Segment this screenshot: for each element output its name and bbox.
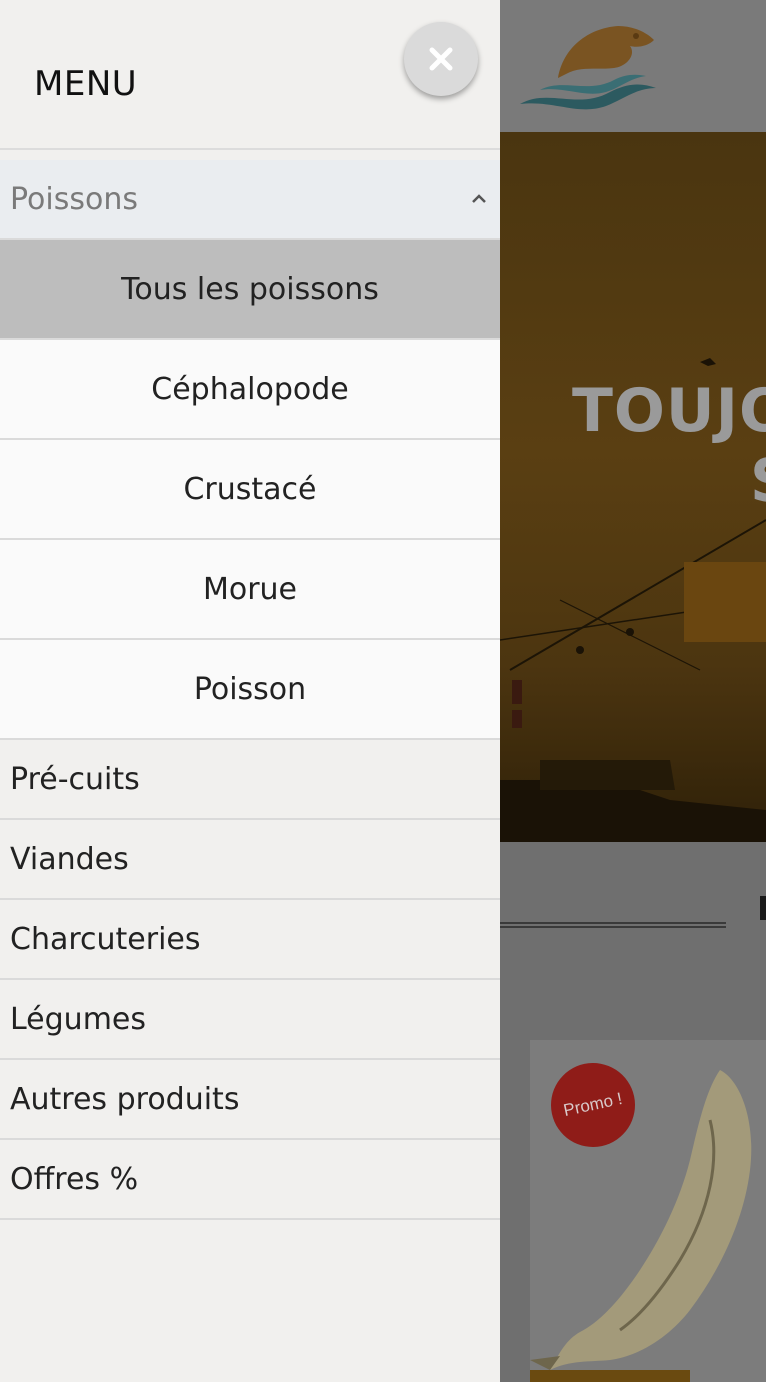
fish-logo [520,26,656,110]
category-pre-cuits[interactable]: Pré-cuits [0,740,500,820]
menu-list: Poissons Tous les poissons Céphalopode C… [0,160,500,1220]
close-menu-button[interactable] [404,22,478,96]
product-add-button[interactable] [530,1370,690,1382]
section-heading-fragment [760,896,766,920]
category-autres-produits[interactable]: Autres produits [0,1060,500,1140]
category-legumes[interactable]: Légumes [0,980,500,1060]
hero-cta-button[interactable] [684,562,766,642]
menu-title: MENU [34,64,138,104]
category-charcuteries[interactable]: Charcuteries [0,900,500,980]
drawer-header: MENU [0,0,500,150]
subcategory-morue[interactable]: Morue [0,540,500,640]
category-poissons[interactable]: Poissons [0,160,500,240]
hero-title-line2: S [750,446,766,516]
category-viandes[interactable]: Viandes [0,820,500,900]
section-divider [500,922,726,928]
side-menu-drawer: MENU Poissons Tous les poissons Céphalop… [0,0,500,1382]
category-offres[interactable]: Offres % [0,1140,500,1220]
close-icon [429,47,453,71]
subcategory-cephalopode[interactable]: Céphalopode [0,340,500,440]
chevron-up-icon [472,194,486,203]
category-label: Poissons [10,181,138,217]
subcategory-crustace[interactable]: Crustacé [0,440,500,540]
subcategory-poisson[interactable]: Poisson [0,640,500,740]
subcategory-tous-les-poissons[interactable]: Tous les poissons [0,240,500,340]
hero-title-line1: TOUJO [572,376,766,446]
